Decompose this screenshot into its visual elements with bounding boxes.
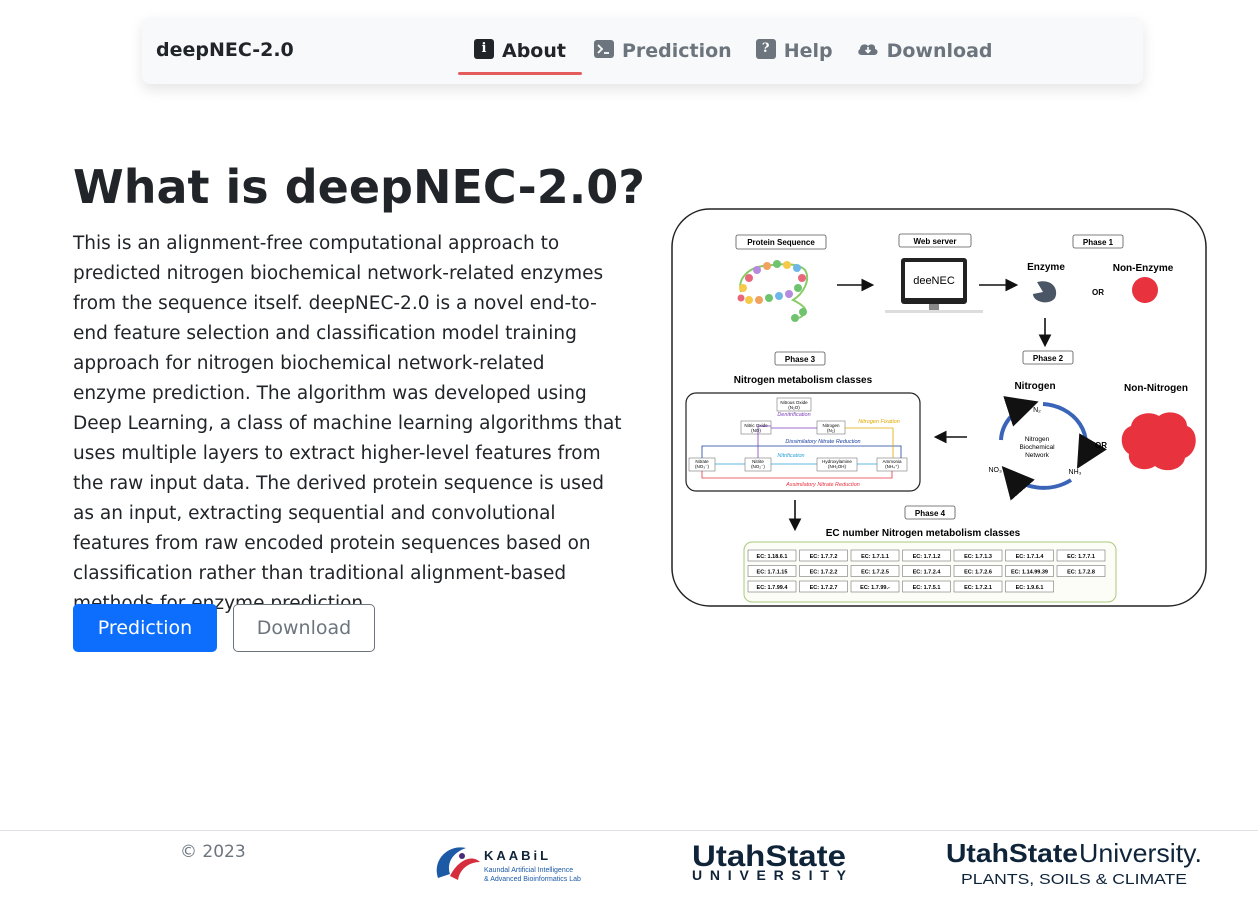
label-or-2: OR bbox=[1095, 441, 1107, 450]
terminal-icon bbox=[593, 39, 614, 58]
ec-cell: EC: 1.9.6.1 bbox=[1016, 585, 1044, 591]
nav-about[interactable]: i About bbox=[458, 17, 582, 84]
ec-table: EC: 1.18.6.1 EC: 1.7.7.2 EC: 1.7.1.1 EC: 1.… bbox=[747, 549, 1106, 593]
info-icon: i bbox=[474, 38, 494, 59]
label-web-server: Web server bbox=[914, 237, 957, 246]
kaabil-line1: Kaundal Artificial Intelligence bbox=[484, 867, 573, 874]
label-dissimilatory: Dissimilatory Nitrate Reduction bbox=[785, 439, 860, 445]
label-no: (NO) bbox=[751, 428, 761, 433]
nav-about-label: About bbox=[502, 39, 566, 62]
usu-psc-logo[interactable]: UtahState University. PLANTS, SOILS & CL… bbox=[946, 840, 1204, 888]
nav-prediction[interactable]: Prediction bbox=[582, 17, 744, 84]
ec-cell: EC: 1.7.2.1 bbox=[964, 585, 992, 591]
hero-description: This is an alignment-free computational … bbox=[73, 233, 622, 614]
label-n2o: (N₂O) bbox=[788, 405, 800, 410]
nav-download[interactable]: Download bbox=[845, 17, 1005, 84]
ec-cell: EC: 1.7.1.2 bbox=[913, 554, 941, 560]
label-nitrification: Nitrification bbox=[777, 453, 804, 459]
ec-cell: EC: 1.18.6.1 bbox=[757, 554, 788, 560]
ec-cell: EC: 1.7.7.1 bbox=[1067, 554, 1095, 560]
kaabil-logo[interactable]: KAABiL Kaundal Artificial Intelligence &… bbox=[430, 840, 590, 888]
label-or-1: OR bbox=[1092, 288, 1104, 297]
label-nh2oh: (NH₂OH) bbox=[828, 464, 846, 469]
nav-help-label: Help bbox=[783, 39, 833, 62]
label-phase-4: Phase 4 bbox=[915, 509, 946, 518]
label-nbn-3: Network bbox=[1025, 452, 1050, 459]
label-protein-sequence: Protein Sequence bbox=[747, 238, 815, 247]
label-denitrification: Denitrification bbox=[777, 412, 810, 418]
ec-cell: EC: 1.7.2.6 bbox=[964, 570, 992, 576]
label-non-nitrogen: Non-Nitrogen bbox=[1124, 383, 1188, 394]
copyright: © 2023 bbox=[180, 842, 246, 862]
kaabil-name: KAABiL bbox=[484, 848, 551, 863]
non-enzyme-shape bbox=[1132, 277, 1158, 303]
label-phase-1: Phase 1 bbox=[1083, 238, 1114, 247]
label-phase-3: Phase 3 bbox=[785, 355, 816, 364]
label-n2-formula: (N₂) bbox=[827, 428, 835, 433]
question-icon: ? bbox=[755, 38, 776, 59]
workflow-diagram: Protein Sequence Web server deeNEC Phase… bbox=[671, 208, 1207, 607]
ec-cell: EC: 1.7.2.7 bbox=[810, 585, 838, 591]
label-phase-2: Phase 2 bbox=[1033, 354, 1064, 363]
nav-help[interactable]: ? Help bbox=[744, 17, 845, 84]
label-server-name: deeNEC bbox=[913, 275, 955, 287]
cloud-download-icon bbox=[857, 41, 879, 57]
kaabil-line2: & Advanced Bioinformatics Lab bbox=[484, 876, 581, 883]
label-nh3: NH₃ bbox=[1069, 469, 1082, 476]
ec-cell: EC: 1.7.1.4 bbox=[1016, 554, 1045, 560]
label-ec-classes: EC number Nitrogen metabolism classes bbox=[826, 528, 1021, 539]
nav-prediction-label: Prediction bbox=[621, 39, 732, 62]
label-nh4: (NH₄⁺) bbox=[885, 464, 899, 469]
psc-logo-top1: UtahState bbox=[946, 840, 1078, 868]
ec-cell: EC: 1.7.2.2 bbox=[810, 570, 838, 576]
pathway-panel: Nitrous Oxide (N₂O) Denitrification Nitr… bbox=[685, 392, 921, 492]
label-nitrogen-fixation: Nitrogen Fixation bbox=[858, 419, 900, 425]
ec-cell: EC: 1.7.1.1 bbox=[861, 554, 889, 560]
label-no3-formula: (NO₃⁻) bbox=[695, 464, 709, 469]
footer-divider bbox=[0, 830, 1258, 831]
ec-cell: EC: 1.7.2.4 bbox=[913, 570, 942, 576]
label-n2: N₂ bbox=[1033, 407, 1041, 414]
ec-cell: EC: 1.7.7.2 bbox=[810, 554, 838, 560]
nav-menu: i About Prediction ? Help Download bbox=[458, 17, 1005, 84]
label-no3: NO₃⁻ bbox=[988, 467, 1005, 474]
label-no2-formula: (NO₂⁻) bbox=[751, 464, 765, 469]
label-nm-classes: Nitrogen metabolism classes bbox=[734, 375, 873, 386]
download-button[interactable]: Download bbox=[233, 604, 375, 652]
ec-cell: EC: 1.7.99.4 bbox=[757, 585, 789, 591]
label-nbn-2: Biochemical bbox=[1019, 444, 1055, 451]
label-assimilatory: Assimilatory Nitrate Reduction bbox=[785, 482, 860, 488]
ec-cell: EC: 1.14.99.39 bbox=[1011, 570, 1048, 576]
label-enzyme: Enzyme bbox=[1027, 262, 1065, 273]
ec-cell: EC: 1.7.1.15 bbox=[757, 570, 788, 576]
nav-download-label: Download bbox=[886, 39, 993, 62]
navbar: deepNEC-2.0 i About Prediction ? Help Do… bbox=[142, 17, 1143, 84]
ec-cell: EC: 1.7.5.1 bbox=[913, 585, 941, 591]
label-nitrogen: Nitrogen bbox=[1014, 381, 1055, 392]
label-nbn-1: Nitrogen bbox=[1025, 436, 1050, 443]
ec-cell: EC: 1.7.99.- bbox=[860, 585, 890, 591]
label-non-enzyme: Non-Enzyme bbox=[1113, 263, 1174, 274]
brand[interactable]: deepNEC-2.0 bbox=[156, 39, 294, 61]
psc-logo-top2: University. bbox=[1079, 840, 1202, 868]
psc-logo-bottom: PLANTS, SOILS & CLIMATE bbox=[961, 871, 1187, 888]
prediction-button[interactable]: Prediction bbox=[73, 604, 217, 652]
ec-cell: EC: 1.7.2.8 bbox=[1067, 570, 1095, 576]
usu-logo[interactable]: UtahState UNIVERSITY bbox=[690, 840, 848, 884]
page-title: What is deepNEC-2.0? bbox=[73, 160, 645, 214]
ec-cell: EC: 1.7.2.5 bbox=[861, 570, 889, 576]
ec-cell: EC: 1.7.1.3 bbox=[964, 554, 992, 560]
